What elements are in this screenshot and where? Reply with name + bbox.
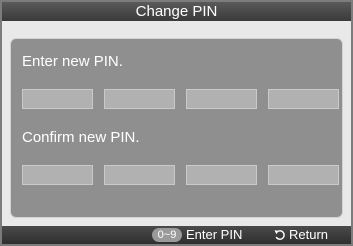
confirm-pin-digit-2[interactable] [104,165,175,185]
new-pin-digit-2[interactable] [104,89,175,109]
footer-help-bar: 0~9 Enter PIN Return [2,226,351,244]
change-pin-dialog: Change PIN Enter new PIN. Confirm new PI… [0,0,353,246]
new-pin-digit-3[interactable] [186,89,257,109]
dialog-title: Change PIN [2,2,351,21]
enter-pin-hint: Enter PIN [186,227,243,242]
digit-keys-badge: 0~9 [152,228,182,242]
confirm-pin-digit-1[interactable] [22,165,93,185]
return-hint[interactable]: Return [289,226,328,244]
return-arrow-icon [274,230,285,240]
confirm-pin-digit-3[interactable] [186,165,257,185]
confirm-pin-digit-4[interactable] [268,165,339,185]
confirm-pin-label: Confirm new PIN. [22,129,140,146]
pin-panel: Enter new PIN. Confirm new PIN. [10,38,343,218]
new-pin-digit-1[interactable] [22,89,93,109]
new-pin-digit-4[interactable] [268,89,339,109]
confirm-pin-fields [22,165,339,185]
new-pin-fields [22,89,339,109]
new-pin-label: Enter new PIN. [22,53,123,70]
